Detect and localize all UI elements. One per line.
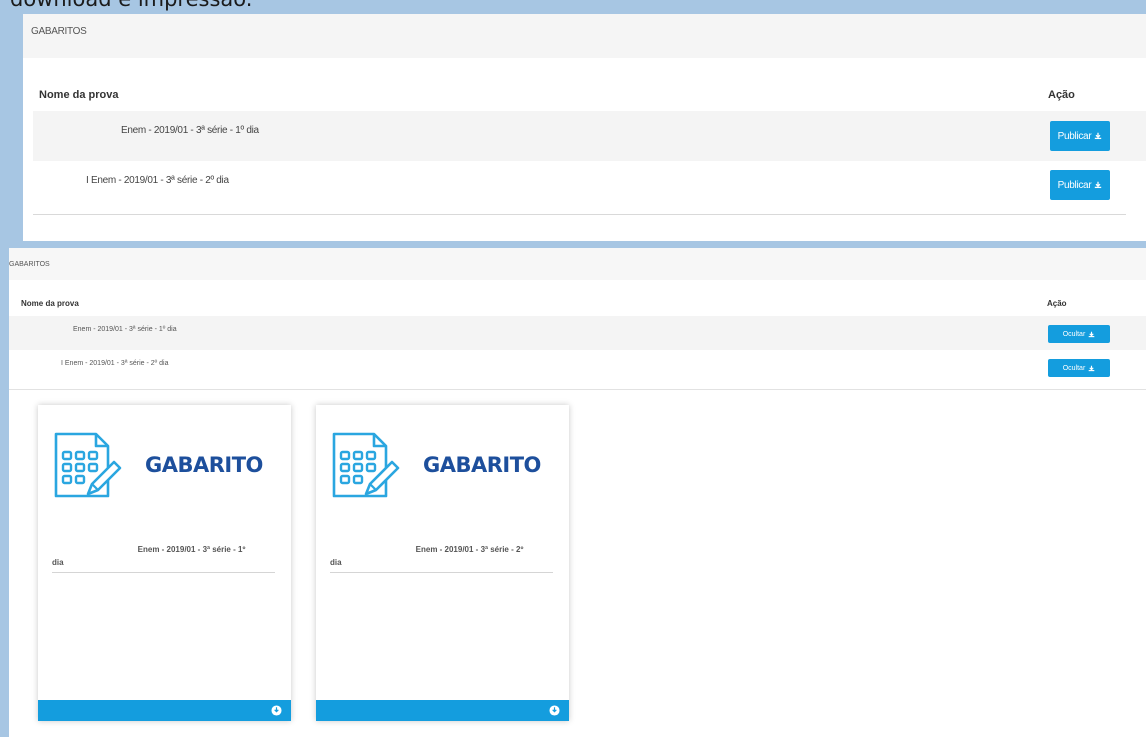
card-divider <box>330 572 553 573</box>
table-row: Enem - 2019/01 - 3ª série - 1º dia Publi… <box>33 111 1146 161</box>
table-divider <box>9 389 1146 390</box>
card-exam-name-line2: dia <box>330 558 342 567</box>
answer-key-card[interactable]: GABARITO Enem - 2019/01 - 3ª série - 2º … <box>316 405 569 721</box>
download-circle-icon[interactable] <box>271 705 282 716</box>
hide-button[interactable]: Ocultar <box>1048 325 1110 343</box>
publish-button[interactable]: Publicar <box>1050 170 1110 200</box>
column-header-action: Ação <box>1047 299 1067 308</box>
publish-button[interactable]: Publicar <box>1050 121 1110 151</box>
table-divider <box>33 214 1126 215</box>
download-icon <box>1095 181 1102 189</box>
download-icon <box>1088 365 1095 371</box>
exam-name: Enem - 2019/01 - 3ª série - 1º dia <box>121 125 259 136</box>
publish-button-label: Publicar <box>1057 179 1092 191</box>
panel-title: GABARITOS <box>31 26 87 37</box>
card-title: GABARITO <box>423 453 541 477</box>
exam-name: Enem - 2019/01 - 3ª série - 1º dia <box>73 326 177 333</box>
caption-text: download e impressão. <box>10 0 252 11</box>
hide-button[interactable]: Ocultar <box>1048 359 1110 377</box>
panel-title: GABARITOS <box>9 261 50 268</box>
card-footer <box>316 700 569 721</box>
card-exam-name: Enem - 2019/01 - 3ª série - 2º dia <box>330 545 553 567</box>
download-icon <box>1095 132 1102 140</box>
answer-sheet-icon <box>54 432 122 498</box>
gabaritos-panel-hide: GABARITOS Nome da prova Ação Enem - 2019… <box>9 248 1146 737</box>
hide-button-label: Ocultar <box>1062 364 1086 372</box>
column-header-name: Nome da prova <box>39 89 119 101</box>
exam-name: I Enem - 2019/01 - 3ª série - 2º dia <box>61 360 169 367</box>
card-exam-name-line1: Enem - 2019/01 - 3ª série - 2º <box>415 545 524 554</box>
answer-key-card[interactable]: GABARITO Enem - 2019/01 - 3ª série - 1º … <box>38 405 291 721</box>
download-icon <box>1088 331 1095 337</box>
answer-sheet-icon <box>332 432 400 498</box>
exam-name: I Enem - 2019/01 - 3ª série - 2º dia <box>86 175 229 186</box>
panel-header: GABARITOS <box>23 14 1146 58</box>
card-footer <box>38 700 291 721</box>
card-divider <box>52 572 275 573</box>
gabaritos-panel-publish: GABARITOS Nome da prova Ação Enem - 2019… <box>23 14 1146 241</box>
publish-button-label: Publicar <box>1057 130 1092 142</box>
panel-header: GABARITOS <box>9 248 1146 280</box>
download-circle-icon[interactable] <box>549 705 560 716</box>
card-exam-name-line2: dia <box>52 558 64 567</box>
table-row: I Enem - 2019/01 - 3ª série - 2º dia Pub… <box>33 161 1146 211</box>
column-header-action: Ação <box>1048 89 1075 101</box>
table-row: Enem - 2019/01 - 3ª série - 1º dia Ocult… <box>9 316 1146 350</box>
card-exam-name: Enem - 2019/01 - 3ª série - 1º dia <box>52 545 275 567</box>
card-title: GABARITO <box>145 453 263 477</box>
hide-button-label: Ocultar <box>1062 330 1086 338</box>
table-row: I Enem - 2019/01 - 3ª série - 2º dia Ocu… <box>9 350 1146 384</box>
column-header-name: Nome da prova <box>21 299 79 308</box>
card-exam-name-line1: Enem - 2019/01 - 3ª série - 1º <box>137 545 246 554</box>
